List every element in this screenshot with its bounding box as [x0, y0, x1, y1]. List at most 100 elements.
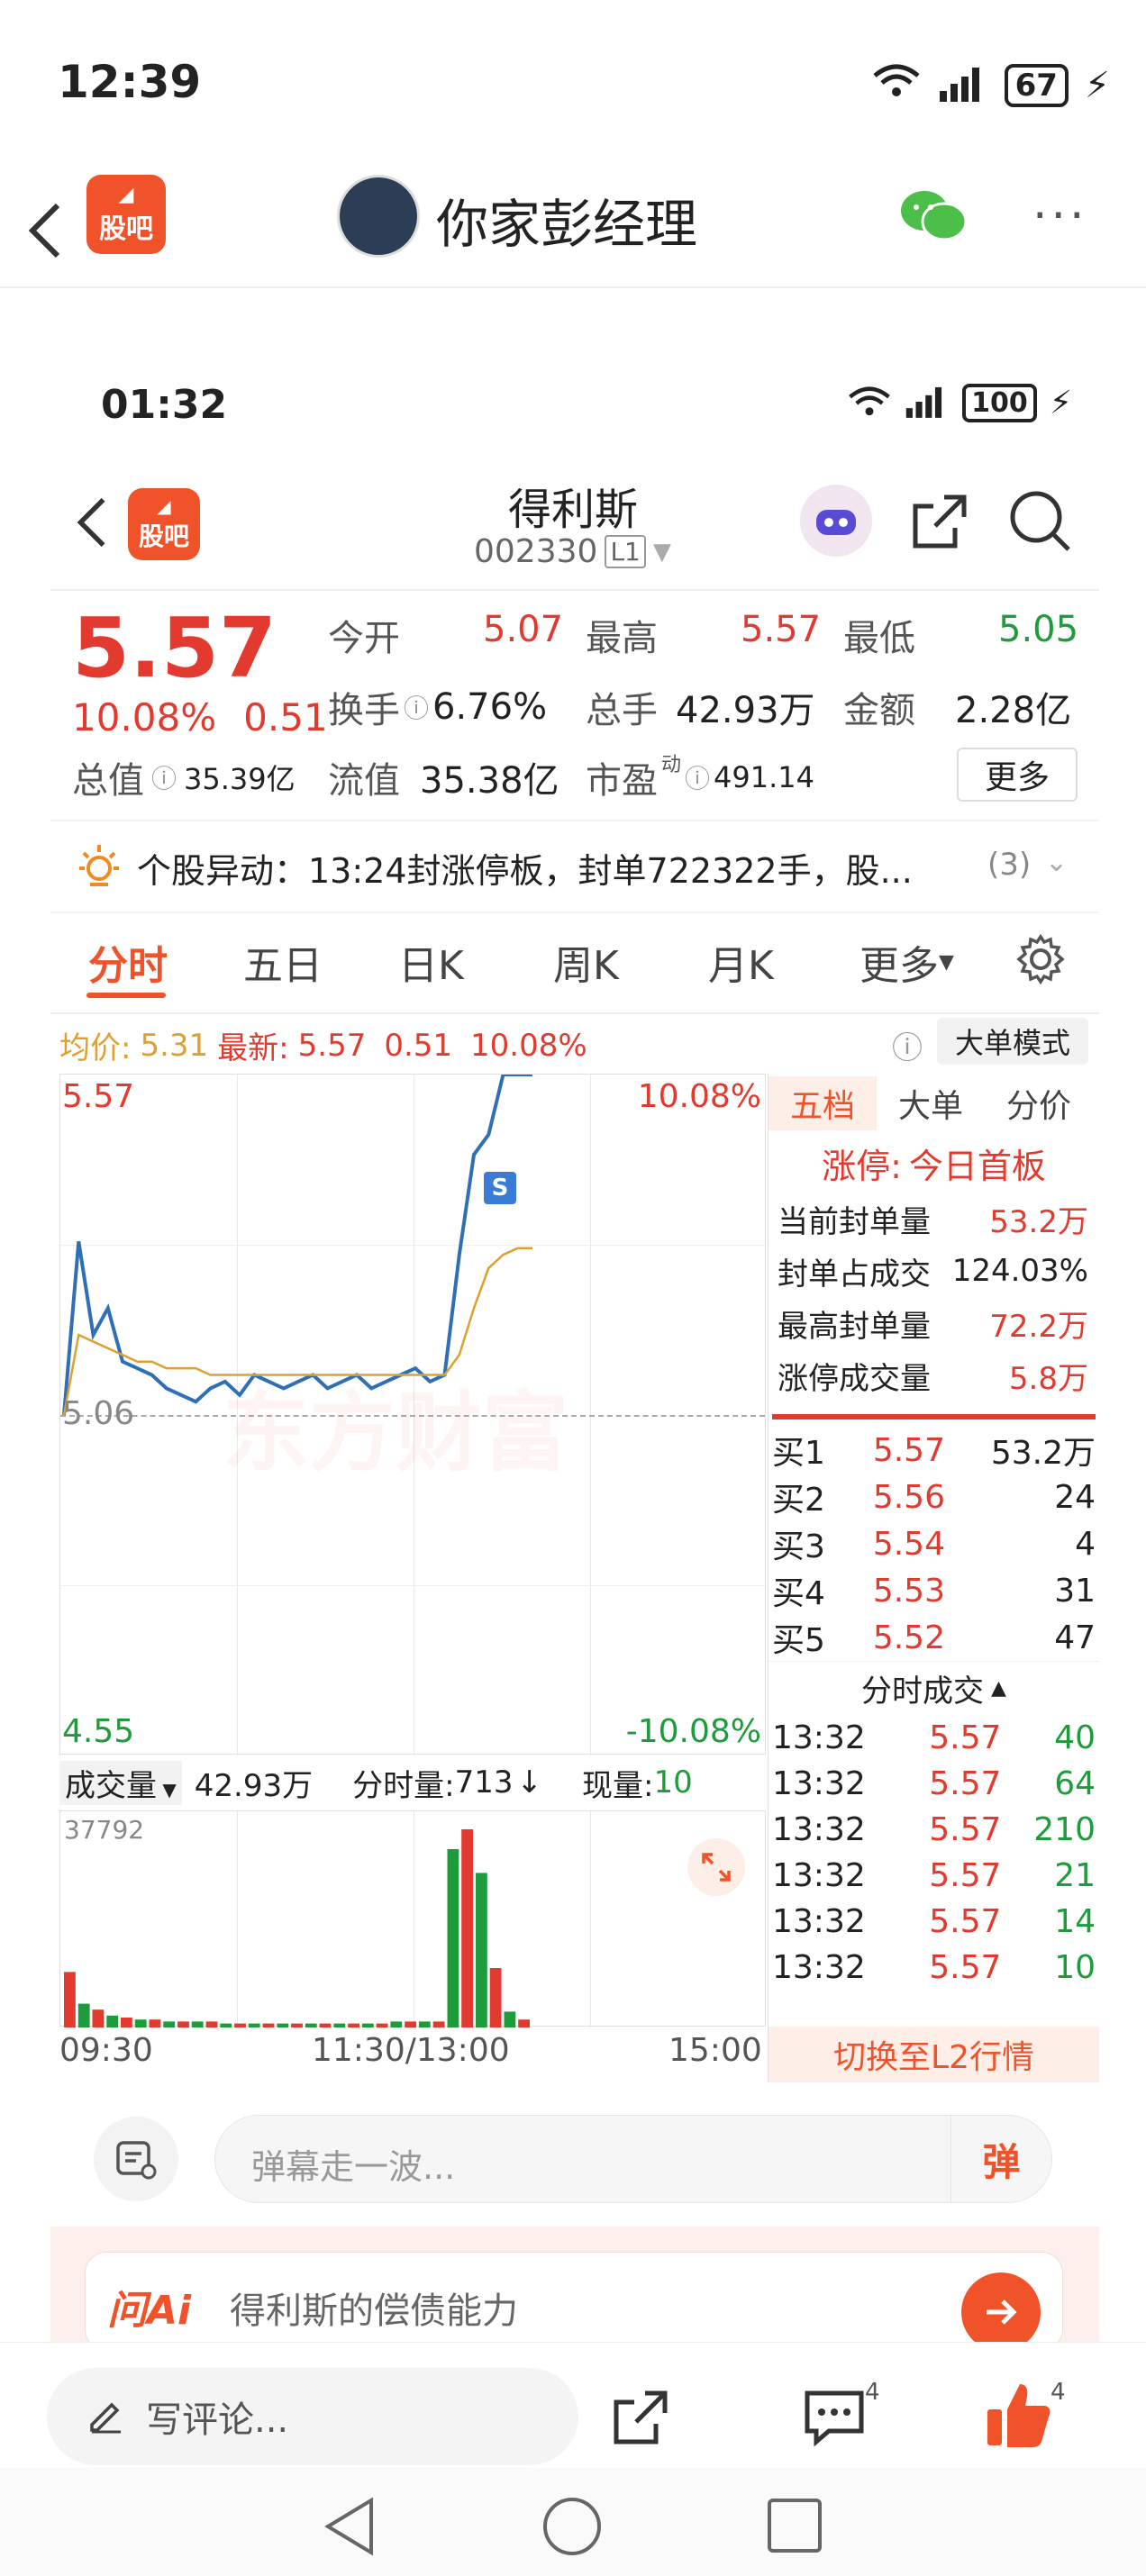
- tick-row: 13:32 5.57 210: [769, 1807, 1099, 1853]
- big-order-mode-button[interactable]: 大单模式: [937, 1018, 1088, 1065]
- expand-icon[interactable]: [687, 1838, 745, 1896]
- volume-bar: [348, 2023, 359, 2027]
- price-chart[interactable]: 东方财富 S 5.57 10.08% 5.06 4.55 -10.08%: [59, 1074, 766, 1755]
- float-label: 流值: [328, 760, 400, 802]
- volume-bar: [489, 1968, 502, 2027]
- tick-time: 13:32: [772, 1857, 866, 1894]
- chevron-down-icon[interactable]: ⌄: [1045, 847, 1068, 878]
- limit-info-label: 当前封单量: [778, 1203, 931, 1240]
- nav-back-icon[interactable]: [321, 2495, 378, 2562]
- order-book-row[interactable]: 买4 5.53 31: [769, 1567, 1099, 1614]
- comment-icon[interactable]: [802, 2386, 867, 2453]
- danmu-settings-icon[interactable]: [94, 2117, 178, 2201]
- stock-code[interactable]: 002330 L1 ▼: [474, 533, 671, 570]
- volume-total: 42.93万: [194, 1767, 314, 1804]
- volume-bar: [248, 2023, 260, 2027]
- nav-home-icon[interactable]: [541, 2495, 604, 2562]
- tick-time: 13:32: [772, 1719, 866, 1756]
- volume-bar: [234, 2023, 246, 2027]
- tab-more[interactable]: 更多 ▼: [852, 933, 1014, 991]
- low-value: 5.05: [998, 609, 1079, 650]
- time-axis-end: 15:00: [668, 2032, 762, 2069]
- limit-info-value: 53.2万: [989, 1203, 1088, 1240]
- ai-logo: 问Ai: [107, 2288, 192, 2334]
- volume-bar: [92, 2009, 105, 2027]
- level-price: 5.57: [872, 1431, 945, 1469]
- volume-bar: [149, 2019, 161, 2027]
- gear-icon[interactable]: [1014, 933, 1067, 989]
- back-arrow-icon[interactable]: [27, 202, 63, 273]
- mktcap-value: 35.39亿: [184, 762, 296, 796]
- turnover-label: 换手: [328, 690, 400, 731]
- amount-value: 2.28亿: [955, 690, 1072, 731]
- level-price: 5.53: [872, 1572, 945, 1610]
- tab-daily-k[interactable]: 日K: [391, 933, 546, 991]
- latest-change: 0.51: [384, 1027, 453, 1064]
- volume-bar: [305, 2023, 317, 2027]
- ai-prompt-card[interactable]: 问Ai 得利斯的偿债能力: [85, 2252, 1063, 2352]
- tick-price: 5.57: [929, 1857, 1002, 1894]
- tab-intraday[interactable]: 分时: [81, 933, 236, 991]
- tab-monthly-k[interactable]: 月K: [701, 933, 852, 991]
- level-volume: 53.2万: [990, 1435, 1096, 1472]
- last-price: 5.57: [72, 600, 277, 696]
- battery-icon: 67: [1004, 64, 1069, 107]
- tick-row: 13:32 5.57 40: [769, 1715, 1099, 1761]
- chevron-down-icon: ▼: [652, 538, 671, 566]
- tab-big-orders[interactable]: 大单: [877, 1080, 985, 1127]
- bottom-action-bar: 写评论... 4 4: [0, 2342, 1146, 2465]
- tab-price-dist[interactable]: 分价: [985, 1080, 1093, 1127]
- share-icon[interactable]: [609, 2386, 672, 2453]
- sun-alert-icon: [74, 841, 124, 895]
- nav-recents-icon[interactable]: [766, 2497, 823, 2558]
- wechat-icon[interactable]: [899, 187, 968, 249]
- comment-input[interactable]: 写评论...: [47, 2368, 578, 2465]
- minute-volume-value: 713: [454, 1764, 514, 1800]
- volume-bar: [376, 2023, 388, 2027]
- danmu-input[interactable]: 弹幕走一波... 弹: [214, 2115, 1052, 2203]
- help-icon[interactable]: ⓘ: [892, 1023, 923, 1067]
- danmu-send-button[interactable]: 弹: [950, 2116, 1051, 2202]
- arrow-right-icon[interactable]: [961, 2272, 1041, 2352]
- robot-avatar-icon[interactable]: [800, 485, 872, 557]
- tab-5day[interactable]: 五日: [236, 933, 391, 991]
- volume-chart[interactable]: 37792: [59, 1810, 766, 2027]
- order-book-row[interactable]: 买2 5.56 24: [769, 1474, 1099, 1520]
- info-icon[interactable]: ⓘ: [404, 689, 429, 725]
- open-value: 5.07: [483, 609, 564, 650]
- tab-weekly-k[interactable]: 周K: [546, 933, 701, 991]
- alert-count[interactable]: (3): [987, 847, 1031, 883]
- chart-tabs: 分时 五日 日K 周K 月K 更多 ▼: [81, 933, 1014, 991]
- avatar[interactable]: [337, 175, 420, 258]
- sell-marker[interactable]: S: [484, 1172, 516, 1204]
- limit-up-title: 涨停: 今日首板: [769, 1133, 1099, 1193]
- volume-bar: [106, 2015, 119, 2027]
- volume-selector[interactable]: 成交量 ▼: [59, 1760, 182, 1805]
- limit-info-list: 当前封单量 53.2万 封单占成交 124.03% 最高封单量 72.2万 涨停成交量…: [769, 1193, 1099, 1401]
- info-icon[interactable]: ⓘ: [685, 759, 710, 795]
- ticks-header[interactable]: 分时成交 ▲: [769, 1661, 1099, 1715]
- limit-info-label: 最高封单量: [778, 1308, 931, 1345]
- share-icon[interactable]: [908, 490, 971, 557]
- alert-text[interactable]: 个股异动：13:24封涨停板，封单722322手，股...: [137, 843, 913, 893]
- volume-bar: [177, 2021, 189, 2027]
- price-series-line: [62, 1075, 532, 1416]
- tab-five-levels[interactable]: 五档: [769, 1076, 877, 1130]
- more-icon[interactable]: ···: [1032, 189, 1088, 243]
- guba-logo[interactable]: ◢ 股吧: [86, 175, 166, 254]
- volume-bar: [333, 2023, 346, 2027]
- thumbs-up-icon[interactable]: [984, 2379, 1054, 2454]
- switch-l2-button[interactable]: 切换至L2行情: [769, 2027, 1099, 2082]
- order-book-row[interactable]: 买3 5.54 4: [769, 1520, 1099, 1567]
- order-book-row[interactable]: 买1 5.57 53.2万: [769, 1427, 1099, 1474]
- level-volume: 24: [1054, 1478, 1096, 1516]
- current-volume-value: 10: [653, 1764, 693, 1800]
- order-book-row[interactable]: 买5 5.52 47: [769, 1614, 1099, 1661]
- search-icon[interactable]: [1007, 488, 1072, 557]
- more-button[interactable]: 更多: [957, 748, 1078, 802]
- volume-bar: [447, 1849, 459, 2027]
- charging-icon: ⚡: [1049, 385, 1072, 422]
- tick-volume: 10: [1054, 1949, 1096, 1986]
- info-icon[interactable]: ⓘ: [151, 759, 177, 795]
- volume-bar: [418, 2021, 431, 2027]
